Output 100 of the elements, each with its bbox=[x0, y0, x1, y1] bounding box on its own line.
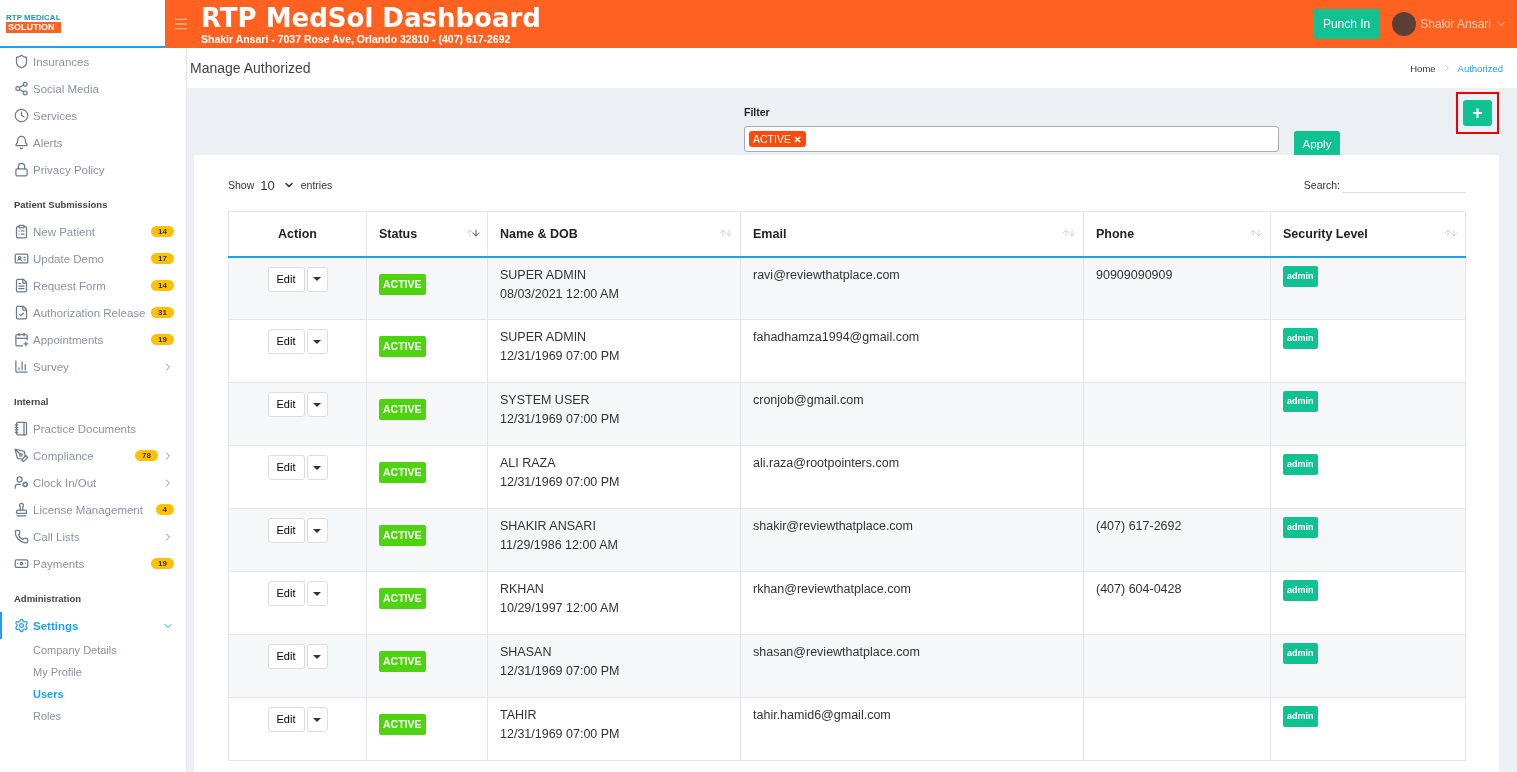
dob-cell-text: 12/31/1969 07:00 PM bbox=[500, 726, 621, 743]
column-header: Action bbox=[228, 211, 367, 257]
phone-cell-text: (407) 604-0428 bbox=[1096, 581, 1183, 598]
dob-cell-text: 12/31/1969 07:00 PM bbox=[500, 348, 621, 365]
column-header[interactable]: Security Level bbox=[1270, 211, 1466, 257]
caret-icon bbox=[313, 591, 321, 596]
show-label: Show bbox=[228, 179, 255, 191]
caret-icon bbox=[313, 654, 321, 659]
count-badge: 14 bbox=[151, 226, 174, 237]
status-badge: ACTIVE bbox=[379, 462, 426, 483]
sidebar-item[interactable]: New Patient 14 bbox=[0, 218, 186, 245]
filter-label: Filter bbox=[744, 106, 771, 118]
dropdown-button[interactable] bbox=[306, 518, 328, 543]
section-title: Administration bbox=[13, 592, 83, 606]
close-icon[interactable] bbox=[792, 134, 802, 144]
pen-icon bbox=[14, 448, 29, 463]
dob-cell-text: 12/31/1969 07:00 PM bbox=[500, 474, 621, 491]
dropdown-button[interactable] bbox=[306, 392, 328, 417]
count-badge: 19 bbox=[151, 558, 174, 569]
phone-cell-text: (407) 617-2692 bbox=[1096, 518, 1183, 535]
shield-icon bbox=[14, 54, 29, 69]
user-name-cell-text: ALI RAZA bbox=[500, 455, 557, 472]
email-cell-text: ali.raza@rootpointers.com bbox=[753, 455, 901, 472]
security-level-tag: admin bbox=[1283, 517, 1318, 538]
email-cell-text: fahadhamza1994@gmail.com bbox=[753, 329, 921, 346]
section-title: Internal bbox=[13, 395, 50, 409]
entries-label: entries bbox=[300, 179, 333, 191]
caret-icon bbox=[313, 528, 321, 533]
column-header[interactable]: Name & DOB bbox=[487, 211, 741, 257]
sidebar-item[interactable]: Appointments 19 bbox=[0, 326, 186, 353]
sidebar-item[interactable]: License Management 4 bbox=[0, 496, 186, 523]
notebook-icon bbox=[14, 421, 29, 436]
user-name-cell-text: SHAKIR ANSARI bbox=[500, 518, 597, 535]
stamp-icon bbox=[14, 502, 29, 517]
security-level-tag: admin bbox=[1283, 706, 1318, 727]
user-name-cell-text: SYSTEM USER bbox=[500, 392, 591, 409]
status-badge: ACTIVE bbox=[379, 714, 426, 735]
edit-button[interactable]: Edit bbox=[267, 266, 305, 292]
section-title: Patient Submissions bbox=[13, 198, 109, 212]
bell-icon bbox=[14, 135, 29, 150]
security-level-tag: admin bbox=[1283, 580, 1318, 601]
document-check-icon bbox=[14, 305, 29, 320]
status-badge: ACTIVE bbox=[379, 336, 426, 357]
email-cell-text: shakir@reviewthatplace.com bbox=[753, 518, 914, 535]
count-badge: 31 bbox=[151, 307, 174, 318]
email-cell-text: tahir.hamid6@gmail.com bbox=[753, 707, 892, 724]
phone-cell-text: 90909090909 bbox=[1096, 266, 1174, 284]
id-card-icon bbox=[14, 251, 29, 266]
status-badge: ACTIVE bbox=[379, 399, 426, 420]
banknote-icon bbox=[14, 556, 29, 571]
sidebar-item[interactable]: Update Demo 17 bbox=[0, 245, 186, 272]
status-badge: ACTIVE bbox=[379, 588, 426, 609]
edit-button[interactable]: Edit bbox=[267, 518, 305, 543]
caret-icon bbox=[313, 717, 321, 722]
clock-icon bbox=[14, 108, 29, 123]
column-header[interactable]: Phone bbox=[1083, 211, 1271, 257]
sidebar-item[interactable]: Compliance 78 bbox=[0, 442, 186, 469]
lock-icon bbox=[14, 162, 29, 177]
dropdown-button[interactable] bbox=[306, 455, 328, 480]
breadcrumb-link[interactable]: Home bbox=[1410, 62, 1436, 74]
page-size-select[interactable]: 10 bbox=[258, 177, 297, 193]
calendar-icon bbox=[14, 332, 29, 347]
edit-button[interactable]: Edit bbox=[267, 644, 305, 669]
dropdown-button[interactable] bbox=[306, 581, 328, 606]
edit-button[interactable]: Edit bbox=[267, 581, 305, 606]
security-level-tag: admin bbox=[1283, 391, 1318, 412]
user-icon bbox=[14, 475, 29, 490]
sort-icon[interactable] bbox=[465, 228, 481, 238]
dropdown-button[interactable] bbox=[306, 644, 328, 669]
email-cell-text: ravi@reviewthatplace.com bbox=[753, 266, 901, 284]
status-badge: ACTIVE bbox=[379, 273, 426, 295]
dropdown-button[interactable] bbox=[306, 329, 328, 354]
dob-cell-text: 11/29/1986 12:00 AM bbox=[500, 537, 619, 554]
document-icon bbox=[14, 278, 29, 293]
count-badge: 78 bbox=[135, 450, 158, 461]
edit-button[interactable]: Edit bbox=[267, 707, 305, 732]
user-name-cell-text: RKHAN bbox=[500, 581, 545, 598]
security-level-tag: admin bbox=[1283, 454, 1318, 475]
column-header[interactable]: Email bbox=[740, 211, 1084, 257]
count-badge: 4 bbox=[155, 504, 174, 515]
column-header[interactable]: Status bbox=[366, 211, 488, 257]
count-badge: 14 bbox=[151, 280, 174, 291]
sidebar-item[interactable]: Payments 19 bbox=[0, 550, 186, 577]
edit-button[interactable]: Edit bbox=[267, 455, 305, 480]
edit-button[interactable]: Edit bbox=[267, 392, 305, 417]
email-cell-text: cronjob@gmail.com bbox=[753, 392, 865, 409]
logo: RTP MEDICAL SOLUTION bbox=[6, 13, 61, 33]
chart-icon bbox=[14, 359, 29, 374]
dob-cell-text: 08/03/2021 12:00 AM bbox=[500, 285, 620, 303]
share-icon bbox=[14, 81, 29, 96]
security-level-tag: admin bbox=[1283, 328, 1318, 349]
sidebar-item[interactable]: Request Form 14 bbox=[0, 272, 186, 299]
email-cell-text: shasan@reviewthatplace.com bbox=[753, 644, 921, 661]
count-badge: 19 bbox=[151, 334, 174, 345]
email-cell-text: rkhan@reviewthatplace.com bbox=[753, 581, 912, 598]
security-level-tag: admin bbox=[1283, 265, 1318, 287]
dropdown-button[interactable] bbox=[306, 707, 328, 732]
avatar[interactable] bbox=[1392, 12, 1417, 36]
edit-button[interactable]: Edit bbox=[267, 329, 305, 354]
sidebar-item[interactable]: Authorization Release 31 bbox=[0, 299, 186, 326]
